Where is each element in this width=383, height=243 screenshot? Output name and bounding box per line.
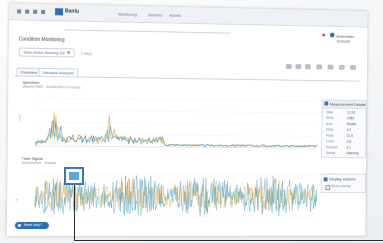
reload-icon[interactable]	[33, 9, 38, 14]
settings-icon[interactable]	[338, 64, 345, 70]
help-button[interactable]: Need help?	[14, 221, 49, 230]
fullscreen-icon[interactable]	[350, 65, 356, 70]
pan-icon[interactable]	[304, 64, 311, 70]
user-name[interactable]: Maximilian Schmidt	[336, 34, 367, 44]
gridline	[36, 122, 318, 125]
download-icon[interactable]	[327, 64, 334, 70]
zoom-out-icon[interactable]	[295, 64, 302, 70]
page-title: Condition Monitoring	[18, 36, 65, 44]
zoom-in-icon[interactable]	[286, 63, 292, 69]
avatar[interactable]	[329, 32, 335, 38]
options-icon	[323, 177, 328, 182]
tab-divider	[14, 75, 360, 82]
detail-row: Status Warning	[325, 151, 359, 156]
info-icon	[324, 101, 329, 106]
detail-row: Axis Radial	[326, 121, 357, 127]
marker-leader-line	[74, 185, 75, 241]
marker-fill	[69, 172, 79, 180]
sensor-select[interactable]: Main Motor Bearing DE	[18, 47, 75, 58]
display-options-title: Display Options	[329, 176, 356, 182]
display-options-panel: Display Options Show overlay	[320, 173, 366, 194]
app-window: Bantu Monitoring Sensors Assets Maximili…	[6, 3, 368, 237]
home-icon[interactable]	[41, 9, 46, 14]
marker-baseline	[74, 240, 383, 241]
chart1-ylabel: mm/s	[17, 114, 22, 122]
detail-row: RMS 4.2	[326, 127, 352, 132]
gridline	[36, 98, 318, 102]
detail-row: Kurtosis 3.1	[325, 145, 352, 150]
highlight-marker	[64, 167, 84, 185]
chevron-down-icon	[66, 51, 71, 55]
chart1-subtitle: Velocity RMS · Acceleration Envelope	[22, 84, 81, 90]
panel-title: Measurement Details	[330, 101, 366, 107]
reset-icon[interactable]	[316, 64, 323, 70]
panel-header: Measurement Details	[322, 100, 366, 109]
detail-row: Date 12.03.	[326, 110, 357, 115]
detail-row: RPM 1480	[326, 116, 355, 121]
logo-text: Bantu	[65, 8, 80, 15]
chart2-ylabel: g	[13, 199, 19, 201]
spectrum-series-b	[36, 113, 318, 148]
detail-row: Crest 2.8	[325, 139, 352, 144]
notification-icon[interactable]	[322, 33, 326, 37]
overlay-checkbox[interactable]	[325, 185, 331, 191]
menu-item-monitoring[interactable]: Monitoring	[118, 12, 136, 17]
sensor-select-value: Main Motor Bearing DE	[23, 49, 66, 56]
range-field[interactable]: 7 days	[80, 51, 92, 56]
menu-item-sensors[interactable]: Sensors	[148, 12, 162, 17]
overlay-checkbox-label: Show overlay	[331, 184, 351, 189]
chart2-subtitle: Acceleration · Velocity	[21, 160, 56, 166]
logo-icon	[55, 8, 64, 16]
menu-item-assets[interactable]: Assets	[169, 13, 181, 18]
address-bar[interactable]	[64, 29, 231, 34]
back-icon[interactable]	[17, 9, 22, 14]
forward-icon[interactable]	[25, 9, 30, 14]
detail-row: Peak 11.8	[326, 133, 353, 138]
spectrum-chart[interactable]	[26, 90, 318, 154]
measurement-details-panel: Measurement Details Date 12.03. RPM 1480 A…	[321, 99, 367, 159]
gridline	[36, 110, 318, 113]
